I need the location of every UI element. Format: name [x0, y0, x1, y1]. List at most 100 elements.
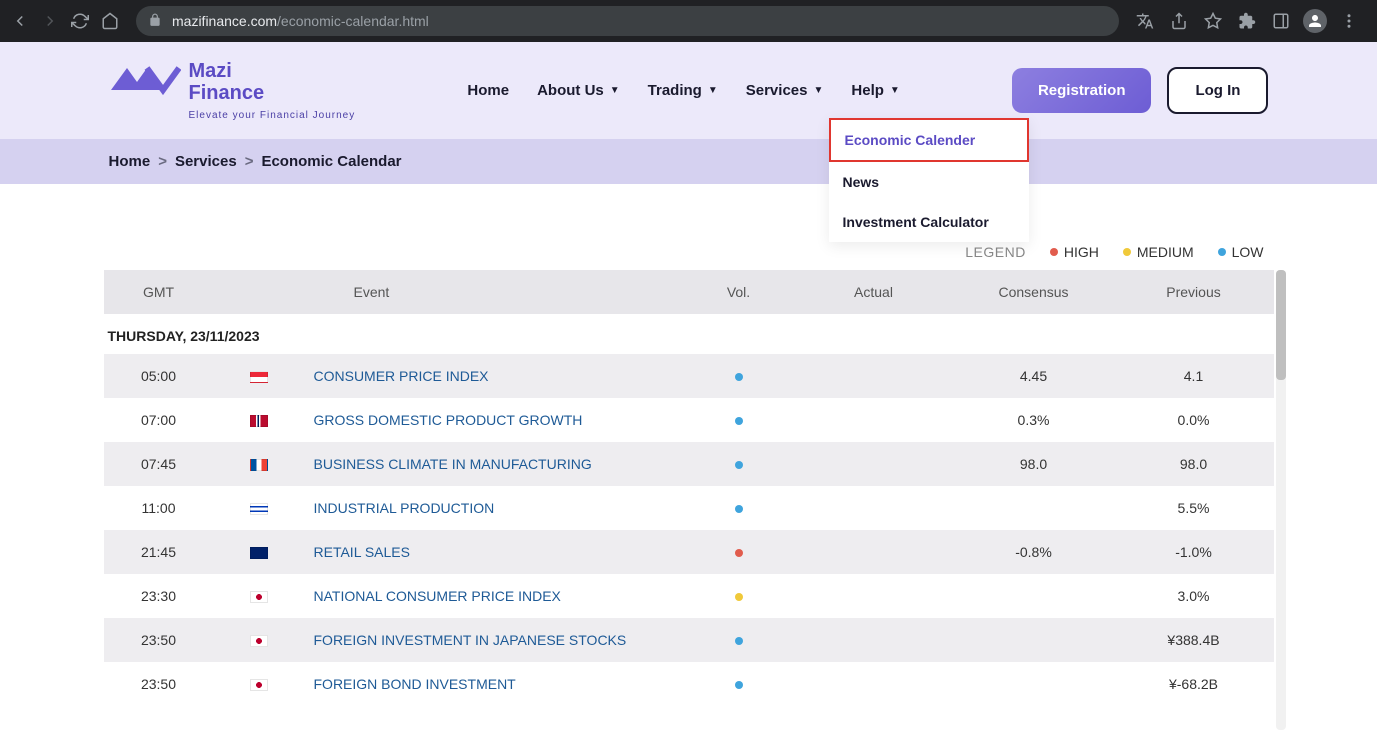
- flag-icon: [250, 459, 268, 471]
- cell-previous: ¥-68.2B: [1114, 662, 1274, 706]
- dot-medium-icon: [1123, 248, 1131, 256]
- cell-time: 23:50: [104, 662, 214, 706]
- logo-title-1: Mazi: [189, 60, 356, 82]
- extensions-icon[interactable]: [1235, 9, 1259, 33]
- event-link[interactable]: CONSUMER PRICE INDEX: [314, 368, 489, 384]
- cell-flag: [214, 662, 304, 706]
- table-row: 23:50 FOREIGN INVESTMENT IN JAPANESE STOC…: [104, 618, 1274, 662]
- scrollbar-thumb[interactable]: [1276, 270, 1286, 380]
- logo[interactable]: Mazi Finance Elevate your Financial Jour…: [109, 60, 356, 121]
- reload-icon[interactable]: [68, 9, 92, 33]
- cell-flag: [214, 618, 304, 662]
- cell-event: GROSS DOMESTIC PRODUCT GROWTH: [304, 398, 684, 442]
- vol-dot-icon: [735, 681, 743, 689]
- cell-actual: [794, 398, 954, 442]
- share-icon[interactable]: [1167, 9, 1191, 33]
- event-link[interactable]: BUSINESS CLIMATE IN MANUFACTURING: [314, 456, 592, 472]
- cell-event: INDUSTRIAL PRODUCTION: [304, 486, 684, 530]
- event-link[interactable]: RETAIL SALES: [314, 544, 410, 560]
- cell-consensus: [954, 618, 1114, 662]
- cell-time: 23:30: [104, 574, 214, 618]
- cell-event: RETAIL SALES: [304, 530, 684, 574]
- menu-icon[interactable]: [1337, 9, 1361, 33]
- cell-consensus: 0.3%: [954, 398, 1114, 442]
- back-icon[interactable]: [8, 9, 32, 33]
- chevron-down-icon: ▼: [708, 85, 718, 96]
- site-header: Mazi Finance Elevate your Financial Jour…: [0, 42, 1377, 139]
- breadcrumb-home[interactable]: Home: [109, 153, 151, 170]
- cell-flag: [214, 486, 304, 530]
- profile-icon[interactable]: [1303, 9, 1327, 33]
- cell-time: 23:50: [104, 618, 214, 662]
- nav-help[interactable]: Help▼: [851, 82, 899, 99]
- cell-consensus: [954, 486, 1114, 530]
- dropdown-economic-calendar[interactable]: Economic Calender: [829, 118, 1029, 162]
- cell-consensus: 4.45: [954, 354, 1114, 398]
- flag-icon: [250, 415, 268, 427]
- cell-flag: [214, 574, 304, 618]
- flag-icon: [250, 635, 268, 647]
- cell-vol: [684, 530, 794, 574]
- event-link[interactable]: INDUSTRIAL PRODUCTION: [314, 500, 495, 516]
- flag-icon: [250, 547, 268, 559]
- dropdown-investment-calculator[interactable]: Investment Calculator: [829, 202, 1029, 242]
- vol-dot-icon: [735, 373, 743, 381]
- event-link[interactable]: GROSS DOMESTIC PRODUCT GROWTH: [314, 412, 583, 428]
- nav-trading[interactable]: Trading▼: [648, 82, 718, 99]
- panel-icon[interactable]: [1269, 9, 1293, 33]
- star-icon[interactable]: [1201, 9, 1225, 33]
- flag-icon: [250, 591, 268, 603]
- cell-vol: [684, 618, 794, 662]
- breadcrumb-current: Economic Calendar: [261, 153, 401, 170]
- login-button[interactable]: Log In: [1167, 67, 1268, 114]
- cell-previous: 4.1: [1114, 354, 1274, 398]
- cell-time: 05:00: [104, 354, 214, 398]
- vol-dot-icon: [735, 593, 743, 601]
- dropdown-news[interactable]: News: [829, 162, 1029, 202]
- cell-actual: [794, 574, 954, 618]
- nav-about[interactable]: About Us▼: [537, 82, 620, 99]
- breadcrumb-sep: >: [158, 153, 167, 170]
- table-row: 11:00INDUSTRIAL PRODUCTION5.5%: [104, 486, 1274, 530]
- cell-previous: 3.0%: [1114, 574, 1274, 618]
- flag-icon: [250, 679, 268, 691]
- calendar-table-wrap: GMT Event Vol. Actual Consensus Previous…: [104, 270, 1274, 706]
- chevron-down-icon: ▼: [610, 85, 620, 96]
- cell-flag: [214, 442, 304, 486]
- registration-button[interactable]: Registration: [1012, 68, 1152, 113]
- vol-dot-icon: [735, 461, 743, 469]
- cell-previous: 5.5%: [1114, 486, 1274, 530]
- home-icon[interactable]: [98, 9, 122, 33]
- breadcrumb: Home > Services > Economic Calendar: [0, 139, 1377, 184]
- cell-time: 21:45: [104, 530, 214, 574]
- legend-low: LOW: [1218, 244, 1264, 260]
- breadcrumb-services[interactable]: Services: [175, 153, 237, 170]
- nav-services[interactable]: Services▼: [746, 82, 824, 99]
- table-row: 23:50 FOREIGN BOND INVESTMENT ¥-68.2B: [104, 662, 1274, 706]
- event-link[interactable]: NATIONAL CONSUMER PRICE INDEX: [314, 588, 561, 604]
- th-actual: Actual: [794, 270, 954, 314]
- cell-actual: [794, 662, 954, 706]
- cell-event: FOREIGN INVESTMENT IN JAPANESE STOCKS: [304, 618, 684, 662]
- main-nav: Home About Us▼ Trading▼ Services▼ Help▼: [467, 82, 899, 99]
- cell-time: 07:45: [104, 442, 214, 486]
- event-link[interactable]: FOREIGN INVESTMENT IN JAPANESE STOCKS: [314, 632, 627, 648]
- cell-vol: [684, 486, 794, 530]
- event-link[interactable]: FOREIGN BOND INVESTMENT: [314, 676, 516, 692]
- cell-actual: [794, 354, 954, 398]
- flag-icon: [250, 503, 268, 515]
- cell-consensus: [954, 662, 1114, 706]
- translate-icon[interactable]: [1133, 9, 1157, 33]
- logo-title-2: Finance: [189, 82, 356, 104]
- cell-consensus: 98.0: [954, 442, 1114, 486]
- logo-tagline: Elevate your Financial Journey: [189, 110, 356, 121]
- date-row: THURSDAY, 23/11/2023: [104, 314, 1274, 354]
- forward-icon[interactable]: [38, 9, 62, 33]
- nav-home[interactable]: Home: [467, 82, 509, 99]
- scrollbar[interactable]: [1276, 270, 1286, 730]
- lock-icon: [148, 13, 162, 30]
- address-bar[interactable]: mazifinance.com/economic-calendar.html: [136, 6, 1119, 36]
- cell-consensus: [954, 574, 1114, 618]
- legend-medium: MEDIUM: [1123, 244, 1194, 260]
- legend: LEGEND HIGH MEDIUM LOW: [104, 244, 1274, 260]
